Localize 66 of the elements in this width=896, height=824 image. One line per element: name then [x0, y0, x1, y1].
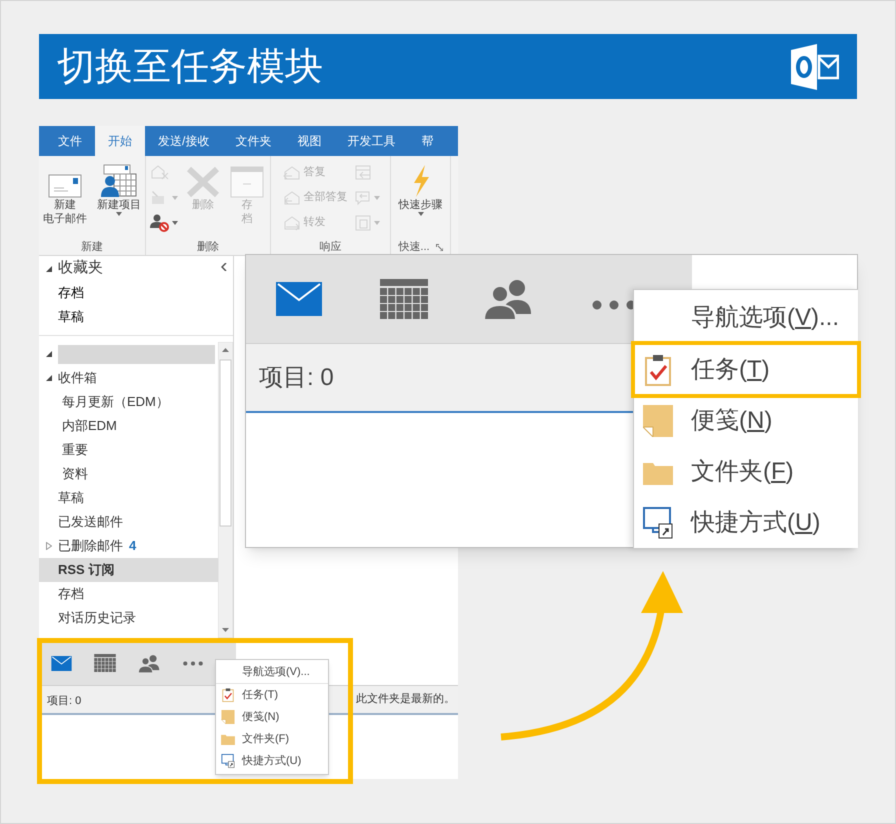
menu-item[interactable]: 快捷方式(U): [634, 497, 858, 548]
note-icon: [221, 710, 235, 724]
item-count: 项目: 0: [47, 694, 82, 706]
banner-title: 切换至任务模块: [57, 48, 323, 86]
collapse-pane-icon[interactable]: [221, 263, 227, 271]
menu-item[interactable]: 任务(T): [216, 684, 328, 706]
expanded-arrow-icon[interactable]: [46, 351, 52, 357]
menu-item[interactable]: 快捷方式(U): [216, 750, 328, 772]
menu-item[interactable]: 任务(T): [634, 344, 858, 395]
folder-icon: [221, 733, 235, 745]
folder-item[interactable]: 草稿: [58, 488, 84, 508]
ribbon-group-label: 删除: [197, 240, 219, 255]
note-icon: [643, 404, 673, 436]
scrollbar[interactable]: [218, 342, 233, 638]
dialog-launcher-icon[interactable]: [436, 244, 443, 250]
ribbon-tab[interactable]: 开始: [95, 126, 145, 156]
folder-item[interactable]: 收件箱: [58, 368, 97, 388]
ribbon-tab[interactable]: 帮: [408, 126, 446, 156]
folder-item[interactable]: 存档: [58, 584, 84, 604]
ribbon-button[interactable]: 快速步骤: [396, 162, 444, 216]
person-calendar-icon: [100, 164, 138, 198]
expanded-arrow-icon[interactable]: [46, 375, 52, 381]
menu-item[interactable]: 文件夹(F): [634, 446, 858, 497]
menu-item[interactable]: 便笺(N): [216, 706, 328, 728]
menu-item[interactable]: 便笺(N): [634, 395, 858, 446]
folder-item[interactable]: 草稿: [39, 305, 233, 329]
clipboard-check-icon: [221, 688, 235, 702]
cross-icon: [186, 166, 220, 198]
app-logo-icon: [791, 44, 839, 90]
ribbon-group-label: 快速...: [398, 240, 430, 255]
ribbon-group-label: 响应: [320, 240, 342, 255]
folder-item[interactable]: 每月更新（EDM）: [62, 392, 169, 412]
shortcut-icon: [221, 754, 235, 768]
clipboard-check-icon: [643, 354, 673, 386]
folder-item[interactable]: 已发送邮件: [58, 512, 123, 532]
ribbon-tab[interactable]: 文件: [45, 126, 95, 156]
expanded-arrow-icon[interactable]: [46, 266, 52, 272]
archive-box-icon: [230, 166, 264, 198]
folder-item[interactable]: 资料: [62, 464, 88, 484]
unread-count: 4: [129, 537, 136, 556]
ribbon-tab[interactable]: 文件夹: [222, 126, 284, 156]
collapsed-arrow-icon[interactable]: [46, 542, 52, 550]
ribbon-tab[interactable]: 发送/接收: [145, 126, 222, 156]
reply-all-icon: [282, 190, 302, 206]
reply-icon: [282, 164, 302, 180]
chat-icon: [354, 190, 372, 206]
menu-item[interactable]: 文件夹(F): [216, 728, 328, 750]
person-block-icon: [150, 214, 170, 232]
ribbon-button[interactable]: [150, 212, 178, 233]
ribbon-tab[interactable]: 开发工具: [334, 126, 408, 156]
menu-item[interactable]: 导航选项(V)...: [634, 293, 858, 344]
ribbon-tab[interactable]: 视图: [284, 126, 334, 156]
folder-item[interactable]: 对话历史记录: [58, 608, 136, 628]
item-count: 项目: 0: [259, 362, 334, 392]
ribbon-button[interactable]: 新建项目: [95, 162, 143, 216]
folder-item[interactable]: 存档: [39, 281, 233, 305]
shortcut-icon: [643, 506, 673, 538]
ribbon-button[interactable]: 新建 电子邮件: [41, 162, 89, 226]
document-icon: [354, 214, 372, 230]
folder-item[interactable]: 重要: [62, 440, 88, 460]
folder-item[interactable]: 已删除邮件: [58, 536, 123, 556]
sync-status: 此文件夹是最新的。: [356, 692, 455, 708]
favorites-heading[interactable]: 收藏夹: [58, 257, 103, 280]
forward-icon: [282, 214, 302, 230]
folder-item[interactable]: 内部EDM: [62, 416, 117, 436]
ribbon-group-label: 新建: [81, 240, 103, 255]
